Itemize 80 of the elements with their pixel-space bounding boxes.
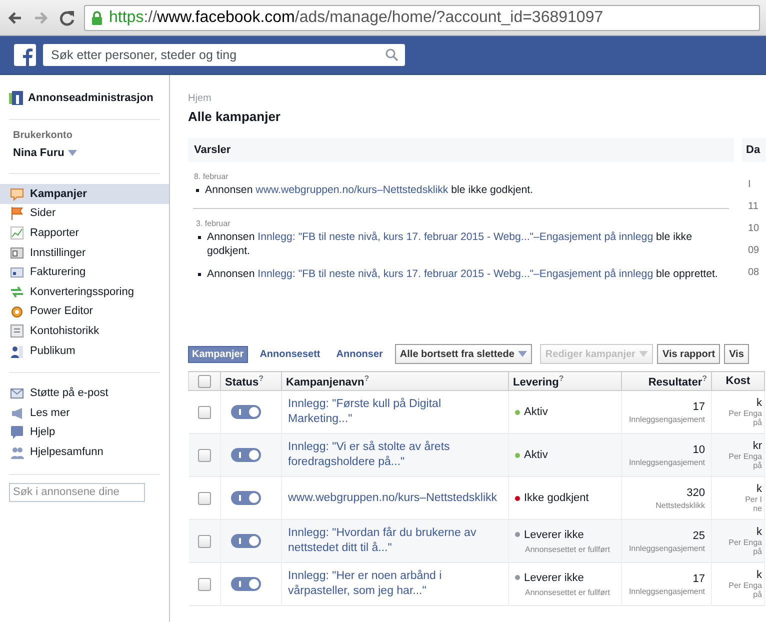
- result-value: 25: [692, 530, 705, 542]
- delivery-status: Aktiv: [524, 406, 548, 418]
- result-label: Nettstedsklikk: [654, 500, 705, 510]
- tab[interactable]: Annonsesett: [256, 346, 324, 362]
- result-label: Innleggsengasjement: [628, 458, 705, 466]
- column-header[interactable]: Kampanjenavn$^{?}$: [282, 372, 508, 390]
- notification-text: Annonsen Innlegg: "FB til neste nivå, kurs 17. februar 2015 - Webg..."–Engasjement på innlegg ble opprettet.: [193, 267, 729, 281]
- account-label: Brukerkonto: [12, 130, 74, 141]
- report-button[interactable]: Vis: [724, 344, 749, 364]
- notification-link[interactable]: Innlegg: "FB til neste nivå, kurs 17. februar 2015 - Webg..."–Engasjement på innlegg: [258, 268, 654, 280]
- cost-text: Per Enga: [728, 452, 762, 461]
- column-header[interactable]: Levering$^{?}$: [508, 372, 622, 390]
- notification-date: 8. februar: [193, 172, 230, 181]
- cost-text: k: [756, 483, 762, 495]
- sidebar-item[interactable]: Innstillinger: [0, 242, 169, 262]
- delivery-status: Ikke godkjent: [524, 492, 589, 504]
- cost-text: på: [752, 418, 762, 427]
- delivery-status: Aktiv: [524, 449, 548, 461]
- cost-text: Per I: [744, 495, 762, 504]
- column-header[interactable]: Resultater$^{?}$: [622, 372, 712, 390]
- report-button[interactable]: Vis rapport: [657, 344, 720, 364]
- account-dropdown[interactable]: Nina Furu: [13, 147, 78, 159]
- sidebar-item[interactable]: Power Editor: [0, 302, 169, 322]
- sidebar-item[interactable]: Publikum: [0, 340, 169, 360]
- panel-text: 08: [748, 266, 760, 280]
- sidebar-item[interactable]: Sider: [0, 204, 169, 224]
- tab[interactable]: Annonser: [332, 346, 387, 362]
- panel-text: I: [748, 178, 752, 192]
- cost-text: ne: [752, 504, 762, 513]
- campaign-link[interactable]: www.webgruppen.no/kurs–Nettstedsklikk: [288, 490, 502, 506]
- sidebar-link[interactable]: Hjelpesamfunn: [0, 442, 169, 462]
- cost-text: på: [752, 461, 762, 470]
- delivery-status: Leverer ikke: [524, 572, 584, 584]
- notification-text: Annonsen www.webgruppen.no/kurs–Nettstedsklikk ble ikke godkjent.: [191, 183, 731, 197]
- url-text: https://www.facebook.com/ads/manage/home/?account_id=36891097: [109, 8, 604, 26]
- campaign-link[interactable]: Innlegg: "Her er noen arbånd i vårpasteller, som jeg har...": [288, 569, 502, 599]
- sidebar-link[interactable]: Hjelp: [0, 422, 169, 442]
- sidebar-item[interactable]: Fakturering: [0, 262, 169, 282]
- result-value: 17: [692, 400, 705, 412]
- sidebar-item[interactable]: Konverteringssporing: [0, 282, 169, 302]
- cost-text: Per Enga: [728, 538, 762, 547]
- panel-header: Da: [742, 138, 766, 162]
- delivery-status: Leverer ikke: [524, 528, 584, 540]
- cost-text: Per Enga: [728, 581, 762, 590]
- delivery-note: Annonsesettet er fullført: [525, 544, 611, 554]
- notification-link[interactable]: www.webgruppen.no/kurs–Nettstedsklikk: [256, 184, 448, 196]
- cost-text: k: [756, 569, 762, 581]
- page-title: Alle kampanjer: [188, 109, 282, 124]
- panel-header: Varsler: [188, 138, 734, 162]
- notification-date: 3. februar: [195, 219, 232, 228]
- result-label: Innleggsengasjement: [628, 544, 705, 552]
- tab[interactable]: Kampanjer: [188, 346, 248, 362]
- result-value: 17: [692, 572, 705, 584]
- filter-dropdown[interactable]: Alle bortsett fra slettede: [394, 344, 532, 364]
- campaign-link[interactable]: Innlegg: "Første kull på Digital Marketing...": [288, 397, 502, 427]
- column-header[interactable]: Status$^{?}$: [220, 372, 282, 390]
- cost-text: k: [756, 526, 762, 538]
- result-label: Innleggsengasjement: [628, 586, 705, 596]
- cost-text: kr: [752, 440, 762, 452]
- url-field[interactable]: https://www.facebook.com/ads/manage/home/?account_id=36891097: [84, 4, 760, 30]
- column-header[interactable]: Kost: [712, 372, 764, 390]
- result-value: 10: [692, 444, 705, 456]
- notification-text: Annonsen Innlegg: "FB til neste nivå, kurs 17. februar 2015 - Webg..."–Engasjement på innlegg ble ikke godkjent.: [193, 230, 729, 258]
- notification-link[interactable]: Innlegg: "FB til neste nivå, kurs 17. februar 2015 - Webg..."–Engasjement på innlegg: [258, 231, 654, 243]
- sidebar-item[interactable]: Kampanjer: [0, 184, 169, 204]
- sidebar-link[interactable]: Les mer: [0, 402, 169, 423]
- sidebar-item[interactable]: Kontohistorikk: [0, 321, 169, 341]
- cost-text: Per Enga: [728, 409, 762, 418]
- result-value: 320: [686, 486, 705, 498]
- delivery-note: Annonsesettet er fullført: [525, 588, 611, 596]
- panel-text: 10: [748, 222, 760, 236]
- cost-text: k: [756, 397, 762, 409]
- cost-text: på: [752, 590, 762, 599]
- cost-text: på: [752, 547, 762, 556]
- sidebar-link[interactable]: Støtte på e-post: [0, 383, 169, 403]
- sidebar-item[interactable]: Rapporter: [0, 223, 169, 243]
- panel-text: 11: [748, 200, 760, 214]
- result-label: Innleggsengasjement: [628, 414, 705, 424]
- sidebar-title: Annonseadministrasjon: [28, 92, 154, 104]
- panel-text: 09: [748, 244, 760, 258]
